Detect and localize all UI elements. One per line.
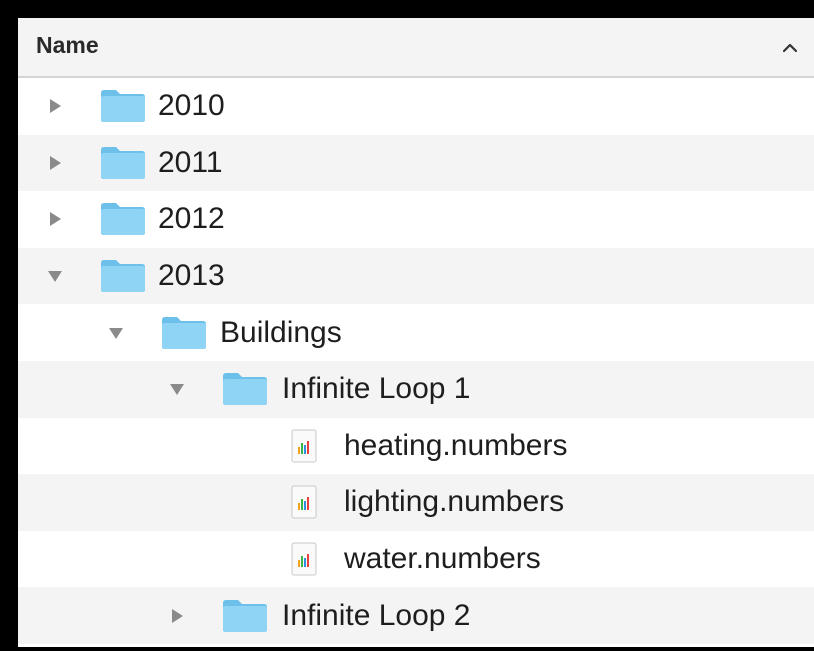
item-label: heating.numbers — [344, 428, 568, 462]
disclosure-triangle-down-icon[interactable] — [107, 324, 125, 342]
item-label: Infinite Loop 2 — [282, 598, 471, 632]
list-item[interactable]: Infinite Loop 2 — [18, 587, 814, 644]
numbers-file-icon — [291, 485, 317, 519]
list-item[interactable]: heating.numbers — [18, 418, 814, 475]
disclosure-triangle-down-icon[interactable] — [46, 267, 64, 285]
folder-icon — [101, 146, 145, 179]
folder-icon — [223, 373, 267, 406]
list-item[interactable]: Infinite Loop 1 — [18, 360, 814, 418]
numbers-file-icon — [291, 542, 317, 576]
folder-icon — [101, 260, 145, 293]
disclosure-triangle-right-icon[interactable] — [46, 97, 64, 115]
list-item[interactable]: water.numbers — [18, 531, 814, 588]
folder-icon — [101, 90, 145, 123]
numbers-file-icon — [291, 429, 317, 463]
folder-icon — [162, 316, 206, 349]
finder-list-view: Name 2010 2011 2012 2013 Buildings Infin… — [18, 18, 814, 647]
item-label: 2011 — [158, 145, 223, 179]
disclosure-triangle-down-icon[interactable] — [168, 380, 186, 398]
disclosure-triangle-right-icon[interactable] — [168, 607, 186, 625]
list-item[interactable]: 2011 — [18, 134, 814, 192]
item-label: lighting.numbers — [344, 485, 565, 519]
disclosure-triangle-right-icon[interactable] — [46, 210, 64, 228]
folder-icon — [223, 599, 267, 632]
name-column-label[interactable]: Name — [36, 32, 99, 59]
list-item[interactable]: 2010 — [18, 78, 814, 135]
item-label: 2012 — [158, 202, 225, 236]
item-label: water.numbers — [344, 542, 541, 576]
list-item[interactable]: 2012 — [18, 191, 814, 248]
item-label: 2013 — [158, 259, 225, 293]
list-item[interactable]: Buildings — [18, 304, 814, 361]
item-label: Buildings — [220, 315, 342, 349]
item-label: 2010 — [158, 89, 225, 123]
column-header[interactable]: Name — [18, 18, 814, 78]
disclosure-triangle-right-icon[interactable] — [46, 154, 64, 172]
file-list: 2010 2011 2012 2013 Buildings Infinite L… — [18, 78, 814, 644]
list-item[interactable]: 2013 — [18, 247, 814, 305]
folder-icon — [101, 203, 145, 236]
chevron-up-icon[interactable] — [780, 38, 800, 58]
item-label: Infinite Loop 1 — [282, 372, 471, 406]
list-item[interactable]: lighting.numbers — [18, 474, 814, 531]
